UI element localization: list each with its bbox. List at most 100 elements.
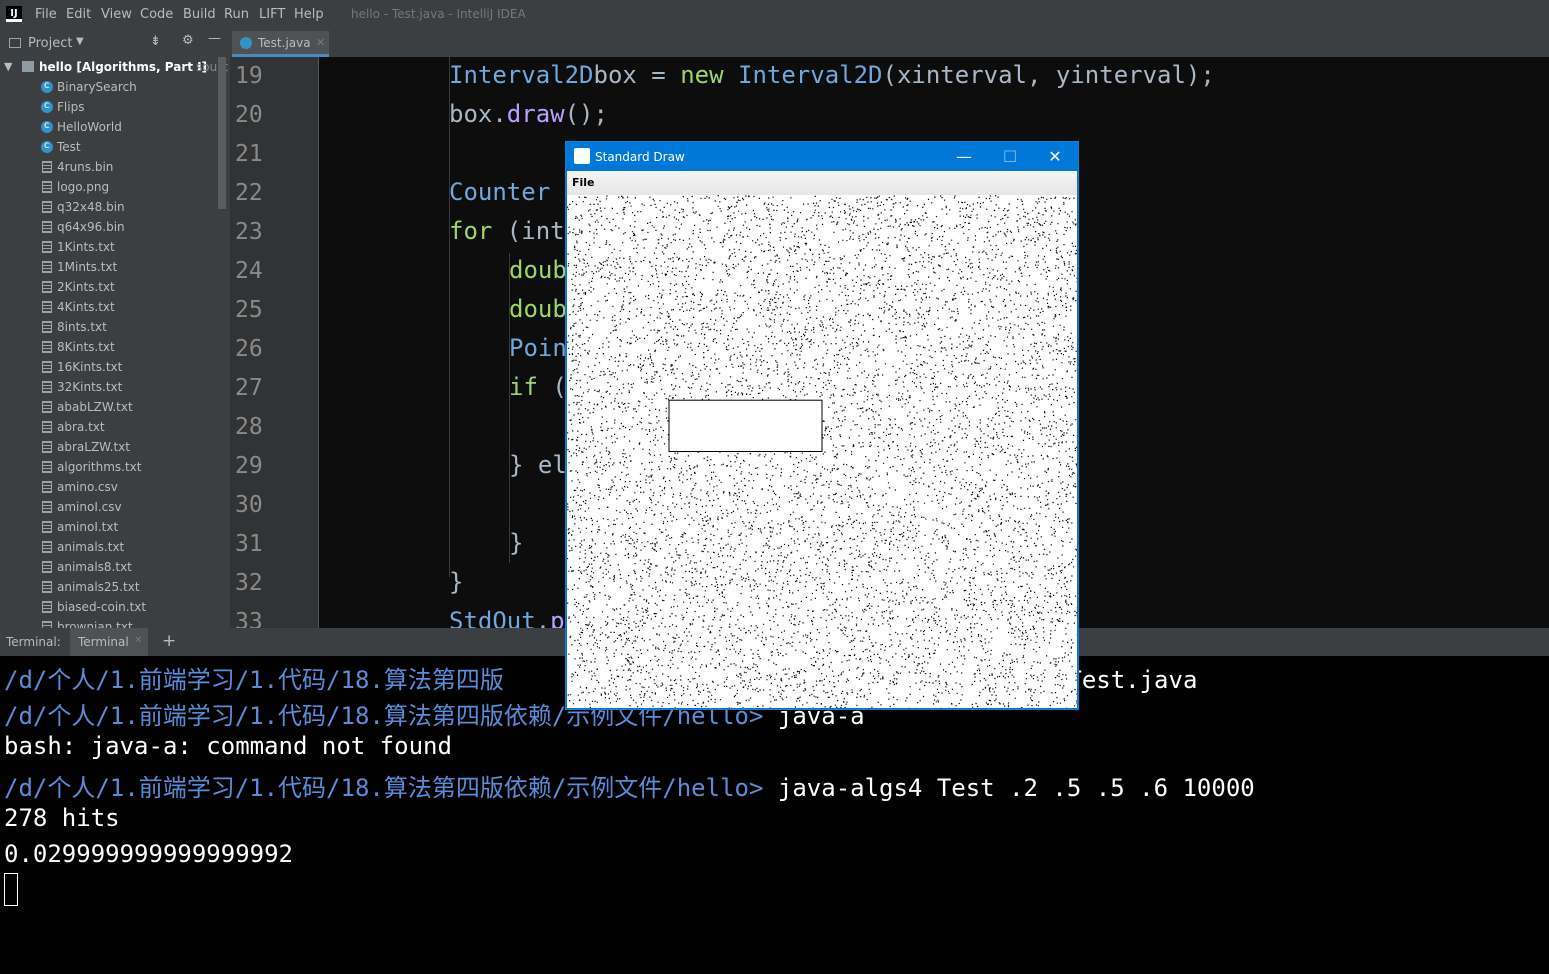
- tree-item[interactable]: 2Kints.txt: [0, 277, 230, 297]
- code-token: p: [550, 607, 565, 628]
- menu-run[interactable]: Run: [224, 7, 249, 22]
- tree-item-label: brownian.txt: [57, 620, 133, 628]
- terminal-tab-label[interactable]: Terminal: [78, 635, 129, 649]
- module-folder-icon: [22, 61, 34, 72]
- menu-view[interactable]: View: [101, 7, 132, 22]
- code-token: Poin: [509, 334, 567, 362]
- tree-item[interactable]: abraLZW.txt: [0, 437, 230, 457]
- menu-help[interactable]: Help: [294, 7, 324, 22]
- tree-item[interactable]: q64x96.bin: [0, 217, 230, 237]
- class-icon: [41, 76, 53, 96]
- menu-edit[interactable]: Edit: [66, 7, 91, 22]
- code-token: new: [680, 61, 738, 89]
- tree-item[interactable]: logo.png: [0, 177, 230, 197]
- tree-item[interactable]: 1Kints.txt: [0, 237, 230, 257]
- tree-item[interactable]: BinarySearch: [0, 76, 230, 97]
- close-icon[interactable]: ✕: [134, 635, 142, 646]
- tree-item[interactable]: algorithms.txt: [0, 457, 230, 477]
- tree-item[interactable]: amino.csv: [0, 477, 230, 497]
- tree-item[interactable]: q32x48.bin: [0, 197, 230, 217]
- collapse-all-icon[interactable]: ⇟: [150, 34, 161, 49]
- line-number: 26: [235, 336, 263, 362]
- code-token: box.: [449, 100, 507, 128]
- tree-item[interactable]: 16Kints.txt: [0, 357, 230, 377]
- code-line: box.draw();: [449, 100, 608, 128]
- add-terminal-icon[interactable]: +: [162, 631, 176, 651]
- gear-icon[interactable]: ⚙: [182, 33, 194, 48]
- tree-item-label: aminoI.csv: [57, 500, 122, 514]
- tree-item[interactable]: Test: [0, 136, 230, 157]
- terminal-line: /d/个人/1.前端学习/1.代码/18.算法第四版依赖/示例文件/hello>…: [4, 768, 1255, 803]
- indent-guide: [449, 57, 450, 577]
- tree-item[interactable]: 8Kints.txt: [0, 337, 230, 357]
- code-token: doub: [509, 295, 567, 323]
- minimize-icon[interactable]: —: [941, 142, 987, 171]
- tree-item[interactable]: animals25.txt: [0, 577, 230, 597]
- standard-draw-canvas[interactable]: [567, 195, 1077, 708]
- chevron-down-icon[interactable]: ▼: [76, 36, 84, 47]
- file-icon: [42, 241, 52, 253]
- tree-item[interactable]: brownian.txt: [0, 617, 230, 628]
- tree-item[interactable]: animals.txt: [0, 537, 230, 557]
- tree-item[interactable]: abra.txt: [0, 417, 230, 437]
- line-number: 31: [235, 531, 263, 557]
- code-token: StdOut: [449, 607, 536, 628]
- standard-draw-titlebar[interactable]: Standard Draw — ☐ ✕: [566, 142, 1078, 171]
- tree-item-label: HelloWorld: [57, 120, 122, 134]
- menu-code[interactable]: Code: [140, 7, 173, 22]
- menu-build[interactable]: Build: [183, 7, 216, 22]
- code-token: } el: [509, 451, 567, 479]
- terminal-text: 278 hits: [4, 804, 120, 832]
- intellij-logo-icon: IJ: [6, 6, 22, 22]
- code-line: for (int: [449, 217, 565, 245]
- tree-item[interactable]: 4runs.bin: [0, 157, 230, 177]
- file-icon: [42, 561, 52, 573]
- code-line: } el: [509, 451, 567, 479]
- code-token: ();: [564, 100, 608, 128]
- menu-file[interactable]: File: [35, 7, 57, 22]
- code-token: if: [509, 373, 553, 401]
- menu-lift[interactable]: LIFT: [259, 7, 285, 22]
- line-number: 33: [235, 609, 263, 628]
- tree-item[interactable]: 1Mints.txt: [0, 257, 230, 277]
- code-token: doub: [509, 256, 567, 284]
- project-tree: ▼ hello [Algorithms, Part I] sourc Binar…: [0, 57, 230, 628]
- tree-item-label: 1Mints.txt: [57, 260, 118, 274]
- tab-label: Test.java: [258, 36, 311, 50]
- tree-item[interactable]: ababLZW.txt: [0, 397, 230, 417]
- tree-item[interactable]: aminoI.txt: [0, 517, 230, 537]
- minimize-panel-icon[interactable]: —: [208, 31, 221, 46]
- tree-item[interactable]: 32Kints.txt: [0, 377, 230, 397]
- tab-test-java[interactable]: Test.java ✕: [232, 31, 329, 57]
- tree-item[interactable]: aminoI.csv: [0, 497, 230, 517]
- file-icon: [42, 421, 52, 433]
- file-icon: [42, 181, 52, 193]
- tree-item-label: BinarySearch: [57, 80, 137, 94]
- code-token: (xinterval, yinterval);: [882, 61, 1215, 89]
- code-line: if (: [509, 373, 567, 401]
- file-icon: [42, 481, 52, 493]
- terminal-text: java-algs4 Test .2 .5 .5 .6 10000: [777, 774, 1255, 802]
- terminal-cursor: [4, 873, 18, 906]
- tree-item[interactable]: animals8.txt: [0, 557, 230, 577]
- close-icon[interactable]: ✕: [1032, 142, 1078, 171]
- tree-item[interactable]: Flips: [0, 96, 230, 117]
- tree-root-label: hello [Algorithms, Part I]: [39, 60, 208, 74]
- tree-item[interactable]: HelloWorld: [0, 116, 230, 137]
- project-tree-scrollbar[interactable]: [218, 57, 226, 209]
- maximize-icon[interactable]: ☐: [987, 142, 1033, 171]
- project-view-selector[interactable]: Project: [28, 36, 72, 51]
- close-icon[interactable]: ✕: [316, 36, 325, 49]
- standard-draw-menu-file[interactable]: File: [572, 176, 595, 189]
- line-number: 30: [235, 492, 263, 518]
- tree-item[interactable]: 4Kints.txt: [0, 297, 230, 317]
- tree-root[interactable]: ▼ hello [Algorithms, Part I] sourc: [0, 57, 230, 77]
- standard-draw-window[interactable]: Standard Draw — ☐ ✕ File: [565, 141, 1079, 710]
- tree-expand-icon[interactable]: ▼: [4, 57, 12, 77]
- tree-item[interactable]: biased-coin.txt: [0, 597, 230, 617]
- menu-bar: IJ File Edit View Code Build Run LIFT He…: [0, 0, 1549, 28]
- terminal-text: bash: java-a: command not found: [4, 732, 452, 760]
- file-icon: [42, 401, 52, 413]
- tree-item[interactable]: 8ints.txt: [0, 317, 230, 337]
- standard-draw-title: Standard Draw: [595, 150, 685, 164]
